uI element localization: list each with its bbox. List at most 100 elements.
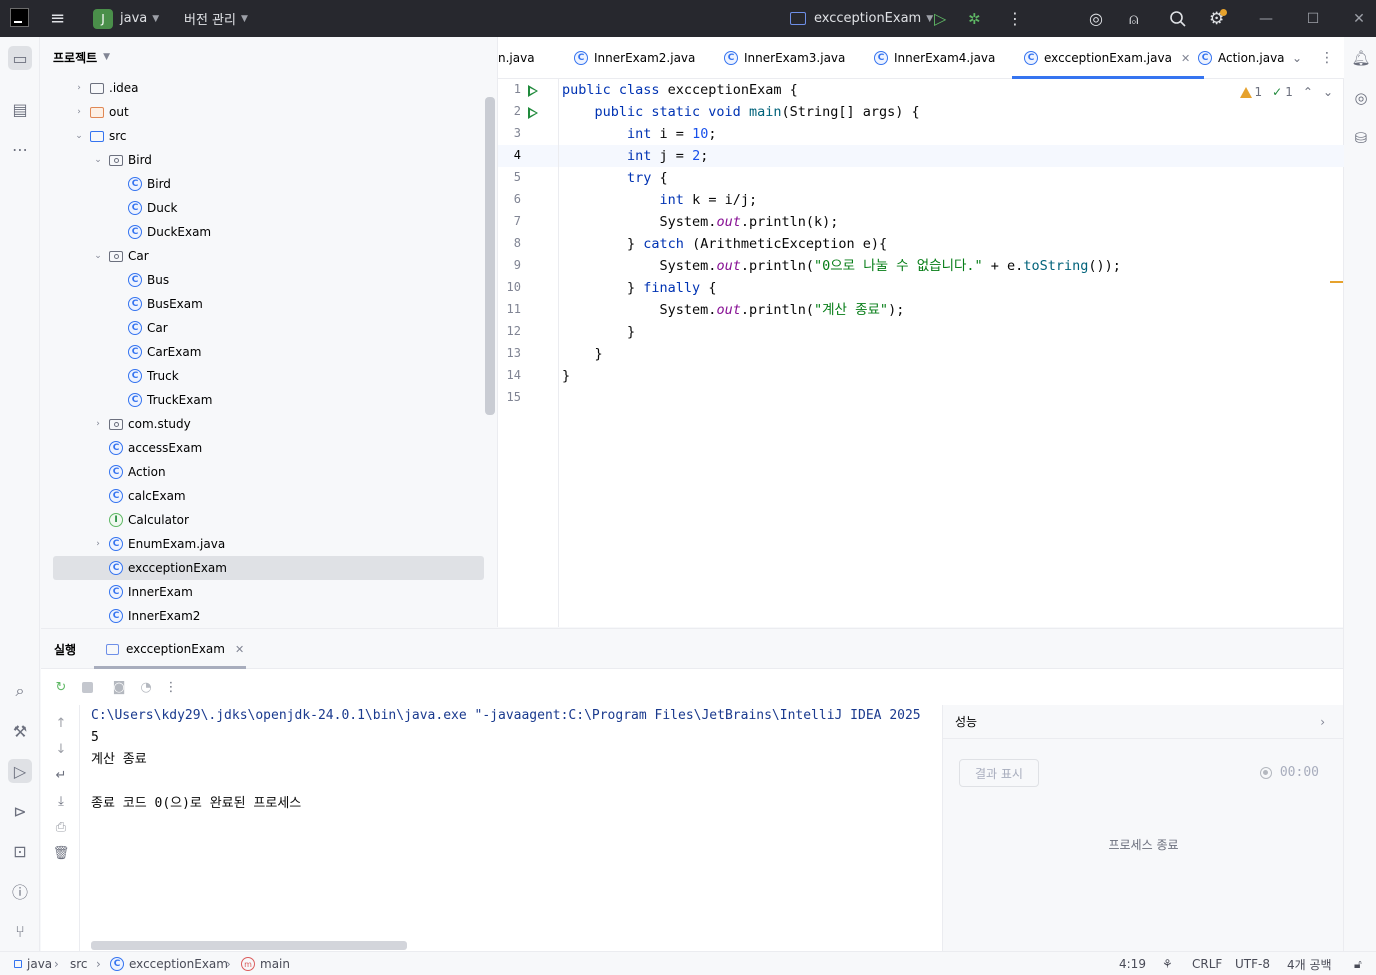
tree-item[interactable]: › .idea bbox=[41, 76, 484, 100]
settings-button[interactable]: ⚙ bbox=[1209, 0, 1228, 37]
tree-item[interactable]: ⌄ Bird bbox=[41, 148, 484, 172]
clear-console-button[interactable]: 🗑︎ bbox=[51, 843, 71, 863]
tree-item[interactable]: › C EnumExam.java bbox=[41, 532, 484, 556]
structure-tool-button[interactable]: ▤ bbox=[8, 97, 32, 121]
project-scrollbar[interactable] bbox=[485, 97, 495, 415]
tree-item[interactable]: ⌄ src bbox=[41, 124, 484, 148]
editor-tab[interactable]: C Action.java bbox=[1198, 37, 1285, 79]
tree-item[interactable]: CaccessExam bbox=[41, 436, 484, 460]
main-menu-button[interactable]: ≡ bbox=[50, 0, 65, 37]
line-separator[interactable]: CRLF bbox=[1192, 952, 1222, 975]
close-tab-icon[interactable]: ✕ bbox=[235, 643, 244, 656]
tree-item[interactable]: C Bird bbox=[41, 172, 484, 196]
indent-setting[interactable]: 4개 공백 bbox=[1287, 952, 1332, 975]
chevron-right-icon[interactable]: › bbox=[73, 83, 85, 93]
add-collaborator-button[interactable]: ⍝ bbox=[1129, 0, 1139, 37]
tree-item[interactable]: C Duck bbox=[41, 196, 484, 220]
tree-item[interactable]: C Car bbox=[41, 316, 484, 340]
console-horizontal-scrollbar[interactable] bbox=[91, 941, 407, 950]
chevron-right-icon[interactable]: › bbox=[92, 539, 104, 549]
show-results-button[interactable]: 결과 표시 bbox=[959, 759, 1039, 787]
maximize-button[interactable]: ☐ bbox=[1290, 0, 1336, 37]
scroll-up-button[interactable]: ↑ bbox=[51, 713, 71, 733]
chevron-down-icon[interactable]: ⌄ bbox=[92, 155, 104, 165]
services-tool-button[interactable]: ⊳ bbox=[8, 799, 32, 823]
tree-item[interactable]: C CarExam bbox=[41, 340, 484, 364]
chevron-up-icon[interactable]: ⌃ bbox=[1303, 85, 1313, 99]
project-tool-button[interactable]: ▭ bbox=[8, 46, 32, 70]
ai-chat-button[interactable]: ◎ bbox=[1350, 87, 1372, 109]
breadcrumb-src[interactable]: src bbox=[70, 952, 88, 975]
breadcrumb-project[interactable]: java bbox=[14, 952, 52, 975]
indexing-status[interactable]: ⚘ bbox=[1162, 952, 1173, 975]
warning-stripe-marker[interactable] bbox=[1330, 281, 1343, 283]
tree-item[interactable]: › com.study bbox=[41, 412, 484, 436]
find-tool-button[interactable]: ⌕ bbox=[8, 679, 32, 703]
run-tool-button[interactable]: ▷ bbox=[8, 759, 32, 783]
project-selector[interactable]: J java ▼ bbox=[93, 0, 159, 37]
minimize-button[interactable]: — bbox=[1243, 0, 1289, 37]
file-encoding[interactable]: UTF-8 bbox=[1235, 952, 1270, 975]
chevron-down-icon[interactable]: ⌄ bbox=[1323, 85, 1333, 99]
intellij-logo-icon[interactable] bbox=[10, 8, 29, 27]
scroll-to-end-button[interactable]: ⤓ bbox=[51, 791, 71, 811]
project-panel-header[interactable]: 프로젝트 ▼ bbox=[41, 37, 496, 77]
tree-item[interactable]: C BusExam bbox=[41, 292, 484, 316]
scroll-down-button[interactable]: ↓ bbox=[51, 739, 71, 759]
tree-item-selected[interactable]: CexcceptionExam bbox=[53, 556, 484, 580]
stop-button[interactable] bbox=[77, 677, 97, 697]
read-only-toggle[interactable]: 🔓︎ bbox=[1354, 952, 1362, 975]
more-tools-button[interactable]: ⋯ bbox=[8, 137, 32, 161]
print-button[interactable]: ⎙ bbox=[51, 817, 71, 837]
run-tab[interactable]: excceptionExam ✕ bbox=[93, 629, 247, 669]
build-tool-button[interactable]: ⚒ bbox=[8, 719, 32, 743]
notifications-button[interactable]: 🔔︎ bbox=[1350, 47, 1372, 69]
breadcrumb-class[interactable]: C excceptionExam bbox=[110, 952, 228, 975]
run-more-button[interactable]: ⋮ bbox=[161, 677, 181, 697]
run-button[interactable]: ▷ bbox=[934, 0, 946, 37]
tree-item[interactable]: C InnerExam2 bbox=[41, 604, 484, 628]
tree-item[interactable]: ⌄ Car bbox=[41, 244, 484, 268]
breadcrumb-method[interactable]: m main bbox=[241, 952, 290, 975]
chevron-right-icon[interactable]: › bbox=[92, 419, 104, 429]
chevron-right-icon[interactable]: › bbox=[73, 107, 85, 117]
editor-tab[interactable]: C InnerExam4.java bbox=[874, 37, 995, 79]
tree-item[interactable]: C InnerExam bbox=[41, 580, 484, 604]
run-gutter-icon[interactable] bbox=[528, 107, 538, 119]
performance-header[interactable]: 성능 › bbox=[943, 705, 1343, 739]
inspection-widget[interactable]: 1 ✓ 1 ⌃ ⌄ bbox=[1239, 85, 1333, 99]
tree-item[interactable]: › out bbox=[41, 100, 484, 124]
editor-tab[interactable]: C InnerExam3.java bbox=[724, 37, 845, 79]
chevron-down-icon[interactable]: ⌄ bbox=[92, 251, 104, 261]
code-area[interactable]: public class excceptionExam { public sta… bbox=[562, 79, 1121, 384]
run-config-selector[interactable]: excceptionExam ▼ bbox=[790, 0, 933, 37]
dump-threads-button[interactable]: ◙ bbox=[109, 677, 129, 697]
caret-position[interactable]: 4:19 bbox=[1119, 952, 1146, 975]
terminal-tool-button[interactable]: ⊡ bbox=[8, 839, 32, 863]
profiler-button[interactable]: ◔ bbox=[136, 677, 156, 697]
close-tab-icon[interactable]: ✕ bbox=[1181, 52, 1190, 65]
soft-wrap-button[interactable]: ↵ bbox=[51, 765, 71, 785]
close-window-button[interactable]: ✕ bbox=[1336, 0, 1376, 37]
editor-tab[interactable]: n.java bbox=[498, 37, 535, 79]
ai-assistant-button[interactable]: ◎ bbox=[1089, 0, 1103, 37]
run-gutter-icon[interactable] bbox=[528, 85, 538, 97]
tree-item[interactable]: C Action bbox=[41, 460, 484, 484]
editor-tab[interactable]: C InnerExam2.java bbox=[574, 37, 695, 79]
editor-tab-active[interactable]: CexcceptionExam.java ✕ bbox=[1011, 37, 1205, 79]
tabs-dropdown-button[interactable]: ⌄ bbox=[1292, 37, 1302, 79]
more-actions-button[interactable]: ⋮ bbox=[1007, 0, 1023, 37]
search-button[interactable] bbox=[1169, 0, 1187, 37]
problems-tool-button[interactable]: ⓘ bbox=[8, 879, 32, 903]
git-tool-button[interactable]: ⑂ bbox=[8, 919, 32, 943]
debug-button[interactable]: ✲ bbox=[968, 0, 981, 37]
tree-item[interactable]: I Calculator bbox=[41, 508, 484, 532]
tree-item[interactable]: C Bus bbox=[41, 268, 484, 292]
tabs-more-button[interactable]: ⋮ bbox=[1320, 37, 1334, 79]
tree-item[interactable]: C DuckExam bbox=[41, 220, 484, 244]
vcs-menu[interactable]: 버전 관리 ▼ bbox=[184, 0, 248, 37]
rerun-button[interactable]: ↻ bbox=[51, 677, 71, 697]
console-output[interactable]: C:\Users\kdy29\.jdks\openjdk-24.0.1\bin\… bbox=[91, 705, 941, 935]
tree-item[interactable]: C Truck bbox=[41, 364, 484, 388]
tree-item[interactable]: C TruckExam bbox=[41, 388, 484, 412]
